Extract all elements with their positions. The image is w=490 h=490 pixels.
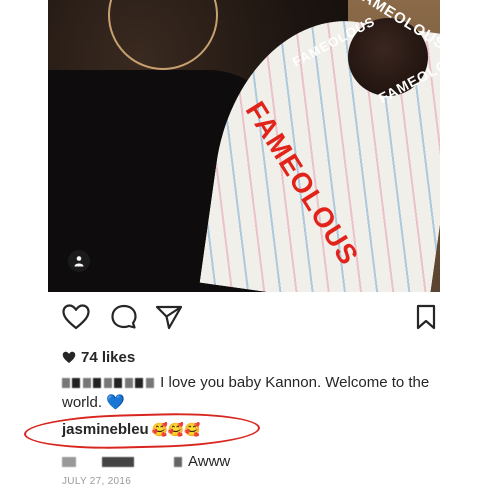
person-tag-icon[interactable]: [68, 250, 90, 272]
share-icon[interactable]: [155, 304, 183, 330]
heart-icon[interactable]: [62, 304, 90, 330]
comment-icon[interactable]: [110, 304, 138, 330]
likes-count[interactable]: 74 likes: [62, 349, 135, 366]
comment-row: Awww: [62, 453, 230, 470]
redacted-username: [62, 378, 156, 389]
blue-heart-emoji: 💙: [106, 394, 125, 411]
redacted-username: [62, 456, 182, 467]
bookmark-icon[interactable]: [412, 304, 440, 330]
post-date: JULY 27, 2016: [62, 476, 132, 487]
comment-text: Awww: [188, 453, 231, 470]
post-photo[interactable]: FAMEOLOUS FAMEOLOUS FAMEOLOUS FAMEOLOUS: [48, 0, 440, 292]
comment-row: jasminebleu 🥰🥰🥰: [62, 421, 200, 438]
comment-text: 🥰🥰🥰: [151, 421, 201, 437]
post-caption: I love you baby Kannon. Welcome to the w…: [62, 373, 442, 413]
heart-filled-icon: [62, 351, 76, 363]
comment-username[interactable]: jasminebleu: [62, 421, 149, 438]
likes-label: 74 likes: [81, 349, 136, 366]
